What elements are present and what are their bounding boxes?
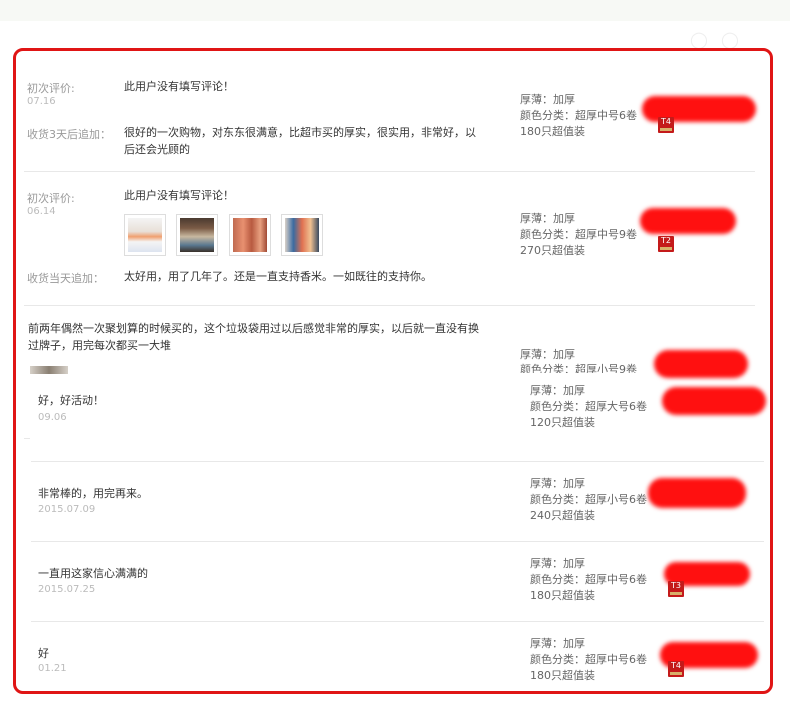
review-date: 01.21 [38,663,67,674]
review-photo-thumbnail[interactable] [124,214,166,256]
user-level-badge: T4 [668,661,684,677]
sku-thickness: 厚薄：加厚 [530,477,585,490]
row-divider-stub [24,438,30,439]
sku-thickness: 厚薄：加厚 [530,384,585,397]
append-review-label: 收货当天追加： [27,272,104,285]
sku-color: 颜色分类：超厚中号6卷 [530,573,647,586]
sku-thickness: 厚薄：加厚 [520,93,575,106]
sku-pack: 180只超值装 [520,125,585,138]
review-text: 此用户没有填写评论！ [124,189,234,202]
review-photo-strip[interactable] [30,366,68,374]
review-text: 好 [38,647,49,660]
sku-pack: 240只超值装 [530,509,595,522]
review-text: 一直用这家信心满满的 [38,567,148,580]
append-review-text: 太好用，用了几年了。还是一直支持香米。一如既往的支持你。 [124,270,432,283]
initial-review-label: 初次评价: [27,82,75,95]
sku-thickness: 厚薄：加厚 [530,637,585,650]
sku-color: 颜色分类：超厚大号6卷 [530,400,647,413]
append-review-label: 收货3天后追加： [27,128,111,141]
review-photo-thumbnail[interactable] [281,214,323,256]
review-date: 06.14 [27,206,56,217]
append-review-text: 很好的一次购物，对东东很满意，比超市买的厚实，很实用，非常好，以后还会光顾的 [124,126,476,156]
sku-thickness: 厚薄：加厚 [530,557,585,570]
review-text: 前两年偶然一次聚划算的时候买的，这个垃圾袋用过以后感觉非常的厚实，以后就一直没有… [28,322,479,352]
sku-thickness: 厚薄：加厚 [520,348,575,361]
sku-color: 颜色分类：超厚小号9卷 [520,363,637,373]
redacted-username [640,208,736,234]
review-date: 09.06 [38,412,67,423]
user-level-badge: T4 [658,117,674,133]
review-date: 2015.07.25 [38,584,96,595]
review-photo-thumbnail[interactable] [176,214,218,256]
sku-color: 颜色分类：超厚小号6卷 [530,493,647,506]
row-divider [24,305,755,306]
review-photo-thumbnail[interactable] [229,214,271,256]
user-level-badge: T2 [658,236,674,252]
review-text: 好，好活动！ [38,394,104,407]
row-divider [24,171,755,172]
sku-pack: 180只超值装 [530,589,595,602]
initial-review-label: 初次评价: [27,192,75,205]
row-divider [31,541,764,542]
user-level-badge: T3 [668,581,684,597]
top-right-icons: ◯ ◯ [690,30,743,49]
sku-color: 颜色分类：超厚中号9卷 [520,228,637,241]
row-divider [31,621,764,622]
review-date: 2015.07.09 [38,504,96,515]
sku-pack: 120只超值装 [530,416,595,429]
review-date: 07.16 [27,96,56,107]
redacted-username [648,478,746,508]
sku-color: 颜色分类：超厚中号6卷 [520,109,637,122]
row-divider [31,461,764,462]
redacted-username [662,387,766,415]
sku-pack: 270只超值装 [520,244,585,257]
sku-thickness: 厚薄：加厚 [520,212,575,225]
redacted-username [654,350,748,378]
top-bar [0,0,790,21]
sku-color: 颜色分类：超厚中号6卷 [530,653,647,666]
review-text: 此用户没有填写评论！ [124,80,234,93]
review-text: 非常棒的，用完再来。 [38,487,148,500]
sku-pack: 180只超值装 [530,669,595,682]
